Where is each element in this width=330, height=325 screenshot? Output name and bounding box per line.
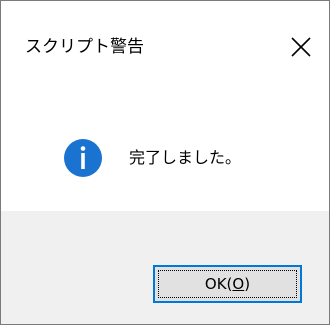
info-icon [64, 139, 102, 177]
ok-button-label: OK(O) [204, 275, 251, 293]
dialog-footer: OK(O) [1, 211, 329, 324]
window-title: スクリプト警告 [25, 37, 144, 57]
script-warning-dialog: スクリプト警告 完了しました。 OK(O) [0, 0, 330, 325]
close-icon [291, 37, 311, 57]
dialog-content: 完了しました。 [1, 91, 329, 211]
ok-button[interactable]: OK(O) [153, 265, 302, 303]
close-button[interactable] [279, 27, 323, 67]
title-bar: スクリプト警告 [1, 1, 329, 91]
dialog-message: 完了しました。 [129, 148, 242, 167]
ok-mnemonic: O [232, 275, 245, 293]
